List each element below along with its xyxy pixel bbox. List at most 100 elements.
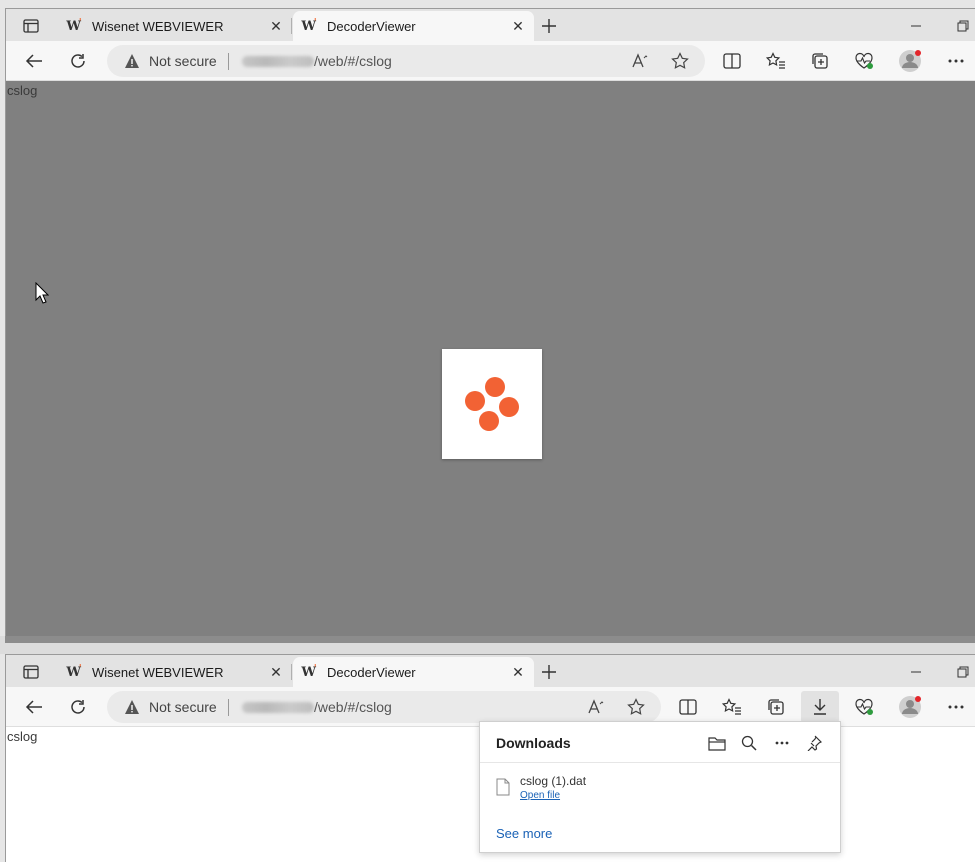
- favorites-icon: [722, 698, 741, 715]
- download-item[interactable]: cslog (1).dat Open file: [496, 774, 826, 808]
- favorites-icon: [766, 52, 785, 69]
- tab-close-icon[interactable]: ✕: [508, 16, 528, 36]
- tab-actions-icon: [23, 19, 39, 33]
- split-screen-icon: [723, 53, 741, 69]
- address-bar[interactable]: Not secure /web/#/cslog: [107, 691, 661, 723]
- restore-button[interactable]: [948, 661, 975, 683]
- download-file-name: cslog (1).dat: [520, 774, 587, 788]
- restore-icon: [957, 666, 969, 678]
- favorite-star-icon[interactable]: [669, 50, 691, 72]
- blurred-host: [242, 702, 314, 713]
- address-divider: [228, 699, 229, 716]
- restore-button[interactable]: [948, 15, 975, 37]
- spinner-dot: [479, 411, 499, 431]
- downloads-title: Downloads: [496, 735, 571, 751]
- not-secure-label[interactable]: Not secure: [149, 699, 217, 715]
- minimize-button[interactable]: [901, 661, 931, 683]
- tab-decoderviewer[interactable]: W ' DecoderViewer ✕: [293, 11, 534, 41]
- new-tab-button[interactable]: [538, 15, 560, 37]
- screenshot-separator: [0, 636, 975, 654]
- plus-icon: [542, 665, 556, 679]
- address-divider: [228, 53, 229, 70]
- minimize-button[interactable]: [901, 15, 931, 37]
- browser-window-2: W ' Wisenet WEBVIEWER ✕ W ' DecoderViewer …: [5, 654, 975, 862]
- heart-pulse-icon: [855, 698, 873, 715]
- settings-more-button[interactable]: [941, 46, 971, 76]
- read-aloud-icon[interactable]: [629, 50, 651, 72]
- favorites-button[interactable]: [761, 46, 791, 76]
- url-text[interactable]: /web/#/cslog: [314, 53, 392, 69]
- browser-essentials-button[interactable]: [849, 46, 879, 76]
- wisenet-favicon-icon: W ': [66, 664, 82, 680]
- collections-button[interactable]: [805, 46, 835, 76]
- tab-actions-button[interactable]: [16, 15, 46, 37]
- more-options-icon[interactable]: [771, 732, 793, 754]
- favorites-button[interactable]: [717, 692, 747, 722]
- browser-essentials-button[interactable]: [849, 692, 879, 722]
- split-screen-button[interactable]: [673, 692, 703, 722]
- back-button[interactable]: [19, 692, 49, 722]
- profile-button[interactable]: [895, 692, 925, 722]
- browser-window-1: W ' Wisenet WEBVIEWER ✕ W ' DecoderViewer …: [5, 8, 975, 636]
- avatar-icon: [899, 50, 921, 72]
- restore-icon: [957, 20, 969, 32]
- downloads-button[interactable]: [801, 691, 839, 723]
- not-secure-label[interactable]: Not secure: [149, 53, 217, 69]
- page-text: cslog: [7, 83, 38, 98]
- wisenet-favicon-icon: W ': [301, 664, 317, 680]
- split-screen-button[interactable]: [717, 46, 747, 76]
- open-file-link[interactable]: Open file: [520, 790, 560, 801]
- loading-spinner: [442, 349, 542, 459]
- settings-more-button[interactable]: [941, 692, 971, 722]
- download-icon: [814, 699, 826, 715]
- warning-icon: [125, 700, 139, 714]
- refresh-button[interactable]: [63, 46, 93, 76]
- read-aloud-icon[interactable]: [585, 696, 607, 718]
- tab-strip: W ' Wisenet WEBVIEWER ✕ W ' DecoderViewer …: [6, 9, 975, 41]
- more-horizontal-icon: [948, 59, 964, 63]
- tab-close-icon[interactable]: ✕: [266, 16, 286, 36]
- profile-button[interactable]: [895, 46, 925, 76]
- open-downloads-folder-icon[interactable]: [706, 732, 728, 754]
- refresh-icon: [71, 54, 85, 68]
- new-tab-button[interactable]: [538, 661, 560, 683]
- minimize-icon: [911, 671, 921, 673]
- blurred-host: [242, 56, 314, 67]
- page-text: cslog: [7, 729, 38, 744]
- heart-pulse-icon: [855, 52, 873, 69]
- collections-button[interactable]: [761, 692, 791, 722]
- browser-toolbar: Not secure /web/#/cslog: [6, 41, 975, 81]
- mouse-cursor-icon: [35, 282, 49, 304]
- plus-icon: [542, 19, 556, 33]
- tab-wisenet-webviewer[interactable]: W ' Wisenet WEBVIEWER ✕: [58, 11, 292, 41]
- pin-icon[interactable]: [803, 732, 825, 754]
- search-icon[interactable]: [738, 732, 760, 754]
- back-arrow-icon: [25, 700, 42, 714]
- tab-strip: W ' Wisenet WEBVIEWER ✕ W ' DecoderViewer …: [6, 655, 975, 687]
- url-text[interactable]: /web/#/cslog: [314, 699, 392, 715]
- tab-title: DecoderViewer: [327, 18, 416, 34]
- see-more-link[interactable]: See more: [496, 826, 552, 841]
- minimize-icon: [911, 25, 921, 27]
- split-screen-icon: [679, 699, 697, 715]
- wisenet-favicon-icon: W ': [301, 18, 317, 34]
- address-bar[interactable]: Not secure /web/#/cslog: [107, 45, 705, 77]
- file-icon: [496, 778, 510, 796]
- favorite-star-icon[interactable]: [625, 696, 647, 718]
- avatar-icon: [899, 696, 921, 718]
- spinner-dot: [499, 397, 519, 417]
- refresh-button[interactable]: [63, 692, 93, 722]
- spinner-dot: [485, 377, 505, 397]
- back-arrow-icon: [25, 54, 42, 68]
- tab-close-icon[interactable]: ✕: [266, 662, 286, 682]
- tab-actions-button[interactable]: [16, 661, 46, 683]
- tab-decoderviewer[interactable]: W ' DecoderViewer ✕: [293, 657, 534, 687]
- tab-actions-icon: [23, 665, 39, 679]
- tab-close-icon[interactable]: ✕: [508, 662, 528, 682]
- spinner-dot: [465, 391, 485, 411]
- tab-title: Wisenet WEBVIEWER: [92, 664, 224, 680]
- back-button[interactable]: [19, 46, 49, 76]
- tab-title: DecoderViewer: [327, 664, 416, 680]
- downloads-header: Downloads: [480, 722, 840, 763]
- tab-wisenet-webviewer[interactable]: W ' Wisenet WEBVIEWER ✕: [58, 657, 292, 687]
